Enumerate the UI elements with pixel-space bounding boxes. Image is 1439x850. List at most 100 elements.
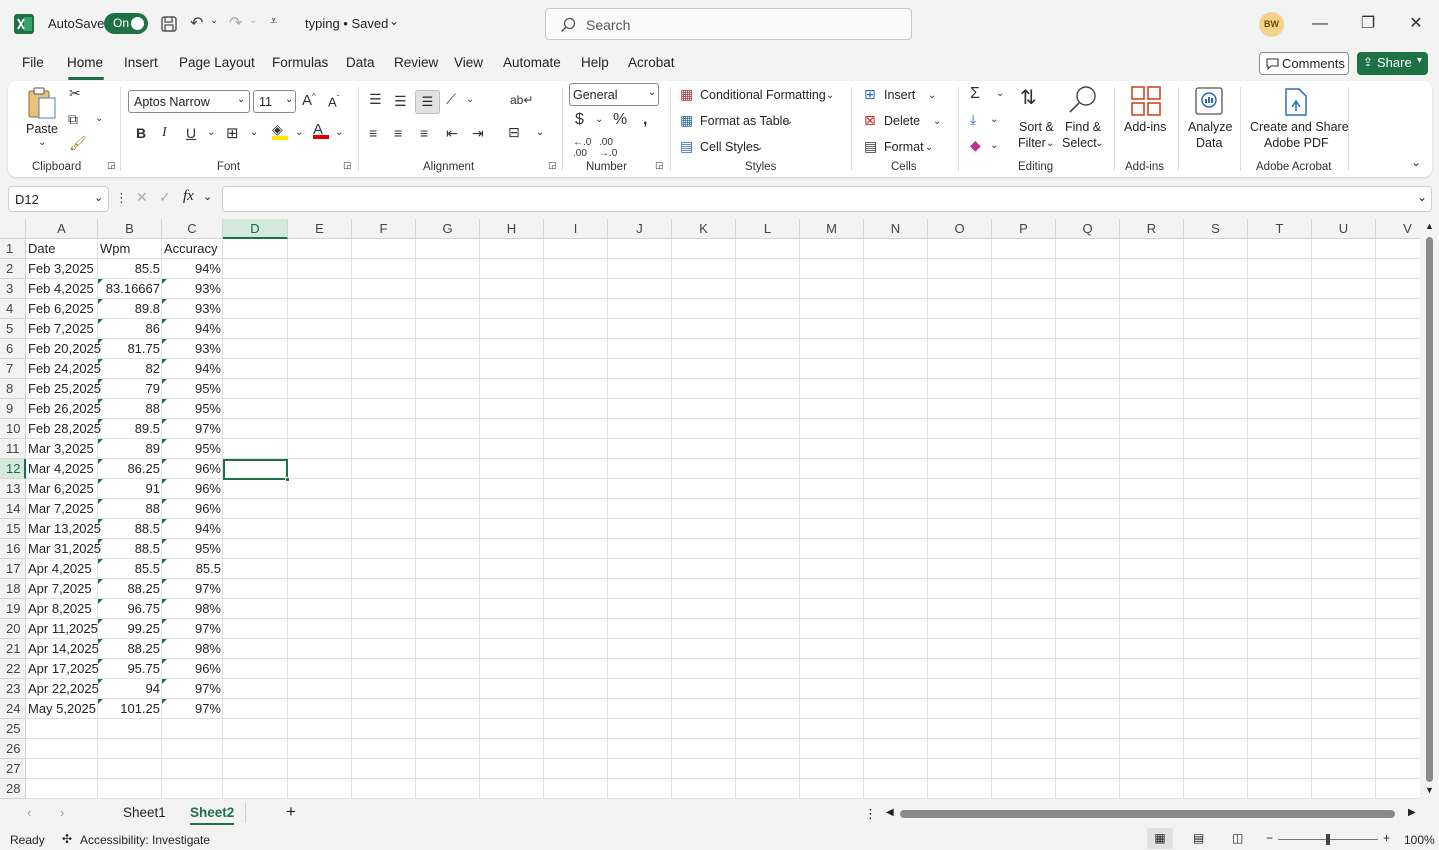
error-indicator-icon[interactable] [98,579,103,584]
date-cell[interactable]: Mar 31,2025 [26,539,106,559]
font-launcher-icon[interactable]: ◲ [343,160,352,171]
error-indicator-icon[interactable] [162,399,167,404]
paste-icon[interactable] [26,86,58,120]
row-header[interactable]: 1 [0,239,26,259]
wpm-cell[interactable]: 99.25 [98,619,162,639]
column-header[interactable]: L [736,219,800,239]
find-select-icon[interactable] [1067,84,1099,116]
row-header[interactable]: 5 [0,319,26,339]
column-header[interactable]: D [223,219,288,239]
wpm-cell[interactable]: 91 [98,479,162,499]
row-header[interactable]: 22 [0,659,26,679]
row-header[interactable]: 26 [0,739,26,759]
font-name-select[interactable]: Aptos Narrow ⌄ [128,90,250,113]
header-cell[interactable]: Wpm [98,239,162,259]
sort-filter-label-2[interactable]: Filter [1018,136,1046,150]
error-indicator-icon[interactable] [98,699,103,704]
format-as-table-icon[interactable]: ▦ [680,112,693,129]
tab-insert[interactable]: Insert [124,55,158,70]
analyze-data-label-1[interactable]: Analyze [1188,120,1232,134]
error-indicator-icon[interactable] [162,639,167,644]
select-all-corner[interactable] [0,219,26,239]
date-cell[interactable]: May 5,2025 [26,699,106,719]
document-title[interactable]: typing • Saved [305,16,388,31]
format-as-table-chevron-icon[interactable]: ⌄ [785,116,793,127]
accuracy-cell[interactable]: 94% [162,319,223,339]
number-format-select[interactable]: General ⌄ [569,83,659,106]
add-sheet-icon[interactable]: + [286,802,296,822]
cut-icon[interactable]: ✂ [69,85,81,102]
save-icon[interactable] [160,15,178,33]
error-indicator-icon[interactable] [98,319,103,324]
column-header[interactable]: A [26,219,98,239]
spreadsheet-grid[interactable]: ABCDEFGHIJKLMNOPQRSTUV 1 2 3 4 5 6 7 8 9 10 11 12 13… [0,219,1439,799]
error-indicator-icon[interactable] [98,639,103,644]
zoom-in-icon[interactable]: + [1383,831,1390,845]
error-indicator-icon[interactable] [98,479,103,484]
confirm-entry-icon[interactable]: ✓ [159,189,171,206]
error-indicator-icon[interactable] [162,619,167,624]
increase-decimal-icon[interactable]: ←.0.00 [573,137,591,159]
error-indicator-icon[interactable] [98,419,103,424]
scroll-right-icon[interactable]: ▶ [1408,807,1416,818]
name-box[interactable]: D12 ⌄ [8,186,109,212]
underline-dropdown-icon[interactable]: ⌄ [207,127,215,138]
autosave-toggle[interactable]: On [104,13,148,34]
row-header[interactable]: 19 [0,599,26,619]
wpm-cell[interactable]: 88 [98,499,162,519]
column-header[interactable]: M [800,219,864,239]
wpm-cell[interactable]: 95.75 [98,659,162,679]
header-cell[interactable]: Accuracy [162,239,223,259]
create-pdf-label-2[interactable]: Adobe PDF [1264,136,1329,150]
tab-data[interactable]: Data [346,55,375,70]
row-header[interactable]: 10 [0,419,26,439]
date-cell[interactable]: Mar 13,2025 [26,519,106,539]
wpm-cell[interactable]: 89 [98,439,162,459]
row-header[interactable]: 7 [0,359,26,379]
format-as-table-button[interactable]: Format as Table [700,114,789,128]
alignment-launcher-icon[interactable]: ◲ [548,160,557,171]
header-cell[interactable]: Date [26,239,106,259]
date-cell[interactable]: Mar 4,2025 [26,459,106,479]
wpm-cell[interactable]: 96.75 [98,599,162,619]
minimize-icon[interactable]: — [1308,12,1332,36]
accuracy-cell[interactable]: 94% [162,259,223,279]
redo-dropdown-icon[interactable]: ⌄ [249,15,257,26]
error-indicator-icon[interactable] [162,419,167,424]
font-color-icon[interactable]: A [313,121,329,139]
wpm-cell[interactable]: 86 [98,319,162,339]
clear-chevron-icon[interactable]: ⌄ [990,140,998,151]
column-header[interactable]: S [1184,219,1248,239]
date-cell[interactable]: Mar 7,2025 [26,499,106,519]
user-avatar[interactable]: BW [1259,12,1284,37]
date-cell[interactable]: Feb 25,2025 [26,379,106,399]
analyze-data-icon[interactable] [1193,85,1225,117]
error-indicator-icon[interactable] [162,659,167,664]
insert-function-icon[interactable]: fx [183,188,194,205]
column-header[interactable]: I [544,219,608,239]
tab-home[interactable]: Home [67,55,103,70]
next-sheet-icon[interactable]: › [60,805,64,820]
error-indicator-icon[interactable] [98,439,103,444]
wpm-cell[interactable]: 88 [98,399,162,419]
align-center-icon[interactable]: ≡ [394,125,402,141]
sheet-tab-sheet2[interactable]: Sheet2 [190,805,234,820]
tab-view[interactable]: View [454,55,483,70]
insert-function-chevron-icon[interactable]: ⌄ [203,190,212,203]
vertical-scroll-thumb[interactable] [1426,237,1433,782]
error-indicator-icon[interactable] [162,479,167,484]
row-header[interactable]: 6 [0,339,26,359]
date-cell[interactable]: Mar 6,2025 [26,479,106,499]
accuracy-cell[interactable]: 94% [162,519,223,539]
fill-color-dropdown-icon[interactable]: ⌄ [295,127,303,138]
date-cell[interactable]: Apr 17,2025 [26,659,106,679]
error-indicator-icon[interactable] [162,679,167,684]
column-header[interactable]: C [162,219,223,239]
fill-icon[interactable]: ⤓ [970,111,976,128]
tab-acrobat[interactable]: Acrobat [628,55,675,70]
row-header[interactable]: 16 [0,539,26,559]
selected-cell[interactable] [223,459,288,480]
wpm-cell[interactable]: 85.5 [98,259,162,279]
format-painter-icon[interactable]: 🖌 [69,135,87,152]
share-button[interactable]: ⇪ Share ▾ [1357,52,1428,75]
